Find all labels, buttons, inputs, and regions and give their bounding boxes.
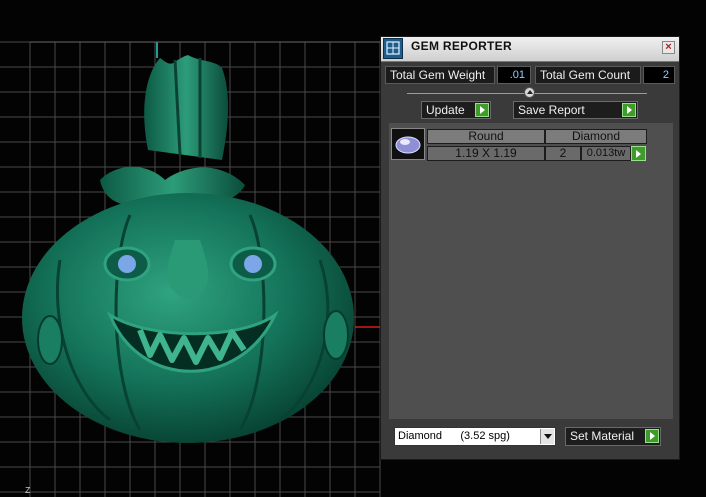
close-icon: × — [665, 41, 672, 53]
chevron-down-icon — [540, 429, 554, 444]
right-eye-gem — [244, 255, 262, 273]
play-arrow-icon — [622, 103, 636, 117]
pumpkin-model[interactable] — [22, 55, 354, 443]
gem-reporter-panel: GEM REPORTER × Total Gem Weight .01 Tota… — [380, 36, 680, 460]
gem-material-header: Diamond — [545, 129, 647, 144]
left-eye-gem — [118, 255, 136, 273]
close-button[interactable]: × — [662, 41, 675, 54]
gem-count-cell: 2 — [545, 146, 581, 161]
panel-title: GEM REPORTER — [411, 39, 512, 53]
update-button[interactable]: Update — [421, 101, 491, 119]
gem-size-cell: 1.19 X 1.19 — [427, 146, 545, 161]
row-action-arrow-icon[interactable] — [631, 146, 646, 161]
gem-report-list: Round Diamond 1.19 X 1.19 2 0.013tw — [389, 123, 673, 419]
gem-weight-cell: 0.013tw — [581, 146, 631, 161]
gem-reporter-icon — [383, 38, 403, 59]
material-dropdown-value: Diamond (3.52 spg) — [398, 430, 510, 442]
gem-shape-header: Round — [427, 129, 545, 144]
total-gem-count-value: 2 — [643, 66, 675, 84]
total-gem-count-label: Total Gem Count — [535, 66, 641, 84]
update-button-label: Update — [426, 103, 465, 117]
panel-titlebar[interactable]: GEM REPORTER × — [381, 37, 679, 62]
set-material-button-label: Set Material — [570, 429, 635, 443]
play-arrow-icon — [645, 429, 659, 443]
axis-indicator-label: Z — [25, 486, 31, 496]
save-report-button[interactable]: Save Report — [513, 101, 638, 119]
collapse-arrow-icon[interactable] — [524, 87, 535, 98]
pumpkin-stem — [144, 55, 229, 160]
save-report-button-label: Save Report — [518, 103, 585, 117]
pumpkin-body — [22, 193, 354, 443]
round-gem-icon[interactable] — [391, 128, 425, 160]
material-dropdown[interactable]: Diamond (3.52 spg) — [394, 427, 556, 446]
set-material-button[interactable]: Set Material — [565, 427, 661, 446]
total-gem-weight-label: Total Gem Weight — [385, 66, 495, 84]
total-gem-weight-value: .01 — [497, 66, 531, 84]
play-arrow-icon — [475, 103, 489, 117]
